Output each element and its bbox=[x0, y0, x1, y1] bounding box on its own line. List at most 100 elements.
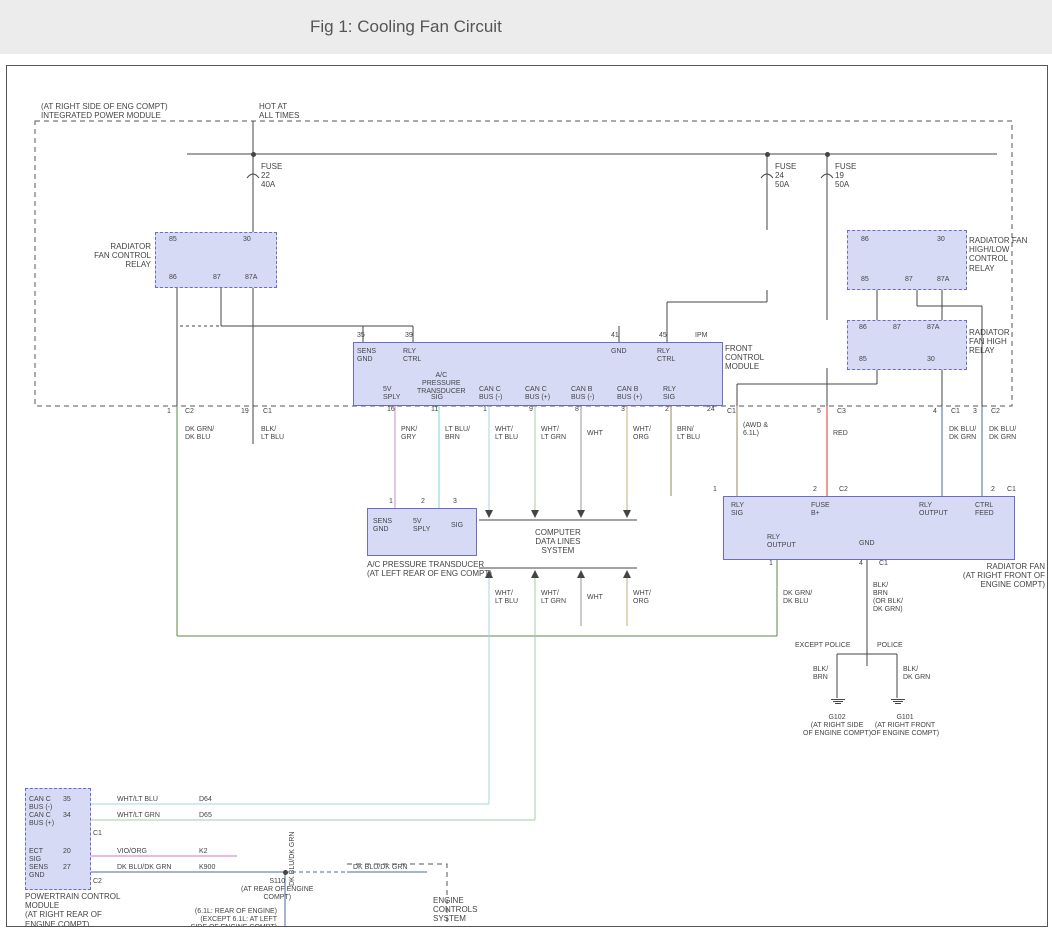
pin-label: 86 bbox=[861, 236, 869, 244]
pin-label: 45 bbox=[659, 332, 667, 340]
conn-label: C1 bbox=[1007, 486, 1016, 494]
splice-label: S110 (AT REAR OF ENGINE COMPT) bbox=[241, 878, 313, 902]
pin-label: 85 bbox=[859, 356, 867, 364]
wire-color: DK BLU/DK GRN bbox=[117, 864, 171, 872]
pin-label: 1 bbox=[389, 498, 393, 506]
pin-label: IPM bbox=[695, 332, 707, 340]
wire-color: WHT/LT GRN bbox=[117, 812, 160, 820]
wire-color: DK BLU/ DK GRN bbox=[989, 426, 1016, 442]
hot-label: HOT AT ALL TIMES bbox=[259, 102, 299, 120]
wire-color: DK BLU/ DK GRN bbox=[949, 426, 976, 442]
signal-label: CAN C BUS (-) bbox=[29, 796, 52, 812]
wire-color: WHT bbox=[587, 430, 603, 438]
figure-title: Fig 1: Cooling Fan Circuit bbox=[0, 0, 1052, 55]
relay3-name: RADIATOR FAN HIGH RELAY bbox=[969, 328, 1010, 356]
pin-label: 3 bbox=[973, 408, 977, 416]
wire-color: WHT/ LT GRN bbox=[541, 426, 566, 442]
wire-color: LT BLU/ BRN bbox=[445, 426, 470, 442]
circuit-id: K900 bbox=[199, 864, 215, 872]
pin-label: 85 bbox=[861, 276, 869, 284]
fuse24-label: FUSE 24 50A bbox=[775, 162, 796, 190]
ipm-label: (AT RIGHT SIDE OF ENG COMPT) INTEGRATED … bbox=[41, 102, 168, 120]
relay1-name: RADIATOR FAN CONTROL RELAY bbox=[87, 242, 151, 270]
pin-label: 1 bbox=[713, 486, 717, 494]
pin-label: 41 bbox=[611, 332, 619, 340]
arrow-up-icon bbox=[623, 570, 631, 578]
signal-label: CAN C BUS (+) bbox=[525, 386, 550, 402]
ground-icon bbox=[831, 698, 845, 705]
conn-label: C1 bbox=[879, 560, 888, 568]
arrow-down-icon bbox=[623, 510, 631, 518]
wire-color: WHT/ LT GRN bbox=[541, 590, 566, 606]
pin-label: 24 bbox=[707, 406, 715, 414]
cdl-label: COMPUTER DATA LINES SYSTEM bbox=[535, 528, 581, 556]
signal-label: FUSE B+ bbox=[811, 502, 830, 518]
signal-label: 5V SPLY bbox=[383, 386, 400, 402]
circuit-id: K2 bbox=[199, 848, 208, 856]
relay2-name: RADIATOR FAN HIGH/LOW CONTROL RELAY bbox=[969, 236, 1027, 273]
arrow-up-icon bbox=[485, 570, 493, 578]
conn-label: C1 bbox=[263, 408, 272, 416]
signal-label: SIG bbox=[451, 522, 463, 530]
signal-label: CAN C BUS (+) bbox=[29, 812, 54, 828]
wire-color: WHT/LT BLU bbox=[117, 796, 158, 804]
pin-label: 30 bbox=[927, 356, 935, 364]
signal-label: SENS GND bbox=[373, 518, 392, 534]
conn-label: C2 bbox=[185, 408, 194, 416]
wiring-diagram: (AT RIGHT SIDE OF ENG COMPT) INTEGRATED … bbox=[6, 65, 1048, 927]
wire-color: DK GRN/ DK BLU bbox=[783, 590, 812, 606]
pin-label: 2 bbox=[991, 486, 995, 494]
pin-label: 35 bbox=[357, 332, 365, 340]
pin-label: 87A bbox=[245, 274, 257, 282]
junction-dot bbox=[765, 152, 770, 157]
wire-color: BLK/ BRN (OR BLK/ DK GRN) bbox=[873, 582, 903, 614]
arrow-down-icon bbox=[531, 510, 539, 518]
pin-label: 16 bbox=[387, 406, 395, 414]
pin-label: 2 bbox=[665, 406, 669, 414]
fuse22-label: FUSE 22 40A bbox=[261, 162, 282, 190]
pin-label: 86 bbox=[859, 324, 867, 332]
fuse19-label: FUSE 19 50A bbox=[835, 162, 856, 190]
signal-label: SENS GND bbox=[357, 348, 376, 364]
pin-label: 19 bbox=[241, 408, 249, 416]
pin-label: 1 bbox=[167, 408, 171, 416]
radfan-name: RADIATOR FAN (AT RIGHT FRONT OF ENGINE C… bbox=[945, 562, 1045, 590]
signal-label: RLY OUTPUT bbox=[919, 502, 948, 518]
pin-label: 5 bbox=[817, 408, 821, 416]
wire-color: BLK/ DK GRN bbox=[903, 666, 930, 682]
wire-color: VIO/ORG bbox=[117, 848, 147, 856]
wire-color: DK BLU/DK GRN bbox=[353, 864, 407, 872]
wire-color: WHT/ LT BLU bbox=[495, 426, 518, 442]
pin-label: 8 bbox=[575, 406, 579, 414]
conn-label: C1 bbox=[727, 408, 736, 416]
arrow-up-icon bbox=[531, 570, 539, 578]
note-label: (6.1L: REAR OF ENGINE) (EXCEPT 6.1L: AT … bbox=[157, 908, 277, 927]
wire-color: BLK/ BRN bbox=[813, 666, 828, 682]
pin-label: 30 bbox=[937, 236, 945, 244]
junction-dot bbox=[283, 870, 288, 875]
pcm-name: POWERTRAIN CONTROL MODULE (AT RIGHT REAR… bbox=[25, 892, 120, 927]
pin-label: 2 bbox=[813, 486, 817, 494]
wire-note: EXCEPT POLICE bbox=[795, 642, 851, 650]
signal-label: SENS GND bbox=[29, 864, 48, 880]
ac-label: A/C PRESSURE TRANSDUCER bbox=[417, 372, 466, 396]
pin-label: 4 bbox=[933, 408, 937, 416]
pin-label: 30 bbox=[243, 236, 251, 244]
wire-color: WHT/ LT BLU bbox=[495, 590, 518, 606]
pin-label: 87A bbox=[937, 276, 949, 284]
signal-label: RLY OUTPUT bbox=[767, 534, 796, 550]
fcm-name: FRONT CONTROL MODULE bbox=[725, 344, 764, 372]
circuit-id: D64 bbox=[199, 796, 212, 804]
signal-label: RLY SIG bbox=[663, 386, 676, 402]
ground-label: G102 (AT RIGHT SIDE OF ENGINE COMPT) bbox=[803, 714, 871, 738]
signal-label: 5V SPLY bbox=[413, 518, 430, 534]
pin-label: 3 bbox=[621, 406, 625, 414]
pin-label: 27 bbox=[63, 864, 71, 872]
wire-note: (AWD & 6.1L) bbox=[743, 422, 768, 438]
wire-color: PNK/ GRY bbox=[401, 426, 417, 442]
wire-note: POLICE bbox=[877, 642, 903, 650]
radiator-fan bbox=[723, 496, 1015, 560]
pin-label: 11 bbox=[431, 406, 438, 414]
pin-label: 87A bbox=[927, 324, 939, 332]
signal-label: GND bbox=[611, 348, 627, 356]
